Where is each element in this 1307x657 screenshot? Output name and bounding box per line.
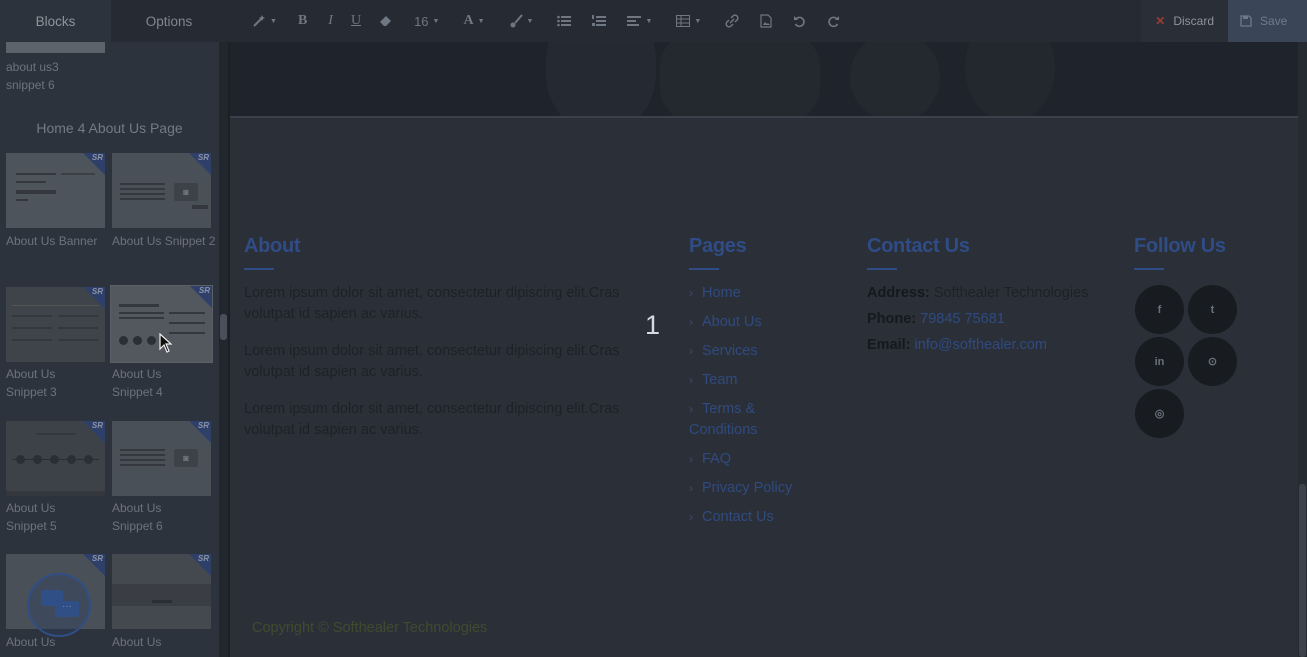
snippet-caption: about us3 snippet 6: [6, 60, 59, 92]
footer-link-faq[interactable]: › FAQ: [689, 449, 731, 470]
section-title: Home 4 About Us Page: [36, 120, 183, 136]
chevron-right-icon: ›: [689, 315, 693, 329]
redo-icon[interactable]: [818, 0, 849, 42]
copyright-text: Copyright © Softhealer Technologies: [252, 620, 488, 636]
camera-icon: ◙: [174, 183, 198, 201]
phone-link[interactable]: 79845 75681: [920, 311, 1005, 327]
section-divider: [230, 116, 1298, 118]
chevron-right-icon: ›: [689, 510, 693, 524]
about-paragraph: Lorem ipsum dolor sit amet, consectetur …: [244, 401, 620, 438]
paint-brush-icon[interactable]: ▼: [497, 0, 546, 42]
follow-heading: Follow Us: [1134, 235, 1226, 257]
about-paragraph: Lorem ipsum dolor sit amet, consectetur …: [244, 285, 620, 322]
sidebar-tabs: Blocks Options: [0, 0, 227, 42]
heading-underline: [867, 268, 897, 270]
save-actions: ✕ Discard Save: [1141, 0, 1307, 42]
about-paragraph: Lorem ipsum dolor sit amet, consectetur …: [244, 343, 620, 380]
footer-link-terms[interactable]: › Terms & Conditions: [689, 399, 809, 441]
font-size-select[interactable]: 16 ▼: [402, 0, 451, 42]
font-color-icon[interactable]: A ▼: [451, 0, 496, 42]
table-icon[interactable]: ▼: [664, 0, 713, 42]
chevron-right-icon: ›: [689, 481, 693, 495]
hero-image: [230, 42, 1298, 117]
facebook-icon[interactable]: f: [1135, 285, 1184, 334]
top-toolbar: Blocks Options ▼ B I U 16 ▼ A ▼ ▼ ▼ ▼ ✕ …: [0, 0, 1307, 42]
contact-email: Email: info@softhealer.com: [867, 337, 1047, 353]
discard-label: Discard: [1173, 14, 1214, 28]
snippet-caption: About Us Banner: [6, 234, 98, 248]
instagram-icon[interactable]: ◎: [1135, 389, 1184, 438]
chevron-right-icon: ›: [689, 452, 693, 466]
undo-icon[interactable]: [781, 0, 818, 42]
format-toolbar: ▼ B I U 16 ▼ A ▼ ▼ ▼ ▼: [227, 0, 1141, 42]
snippet-caption: About Us Snippet 3: [6, 367, 57, 399]
snippet-about-us-2[interactable]: ◙ SR: [112, 153, 211, 228]
snippet-caption: About Us Snippet 2: [112, 234, 216, 248]
chevron-right-icon: ›: [689, 402, 693, 416]
unordered-list-icon[interactable]: [545, 0, 583, 42]
mouse-cursor-icon: [159, 333, 173, 353]
snippet-thumbnail-partial[interactable]: [6, 42, 105, 53]
contact-phone: Phone: 79845 75681: [867, 311, 1005, 327]
snippet-caption: About Us Snippet 6: [112, 501, 163, 533]
footer-link-about-us[interactable]: › About Us: [689, 312, 762, 333]
underline-icon[interactable]: U: [342, 0, 370, 42]
floppy-disk-icon: [1240, 15, 1252, 27]
canvas-scrollbar[interactable]: [1298, 42, 1307, 657]
editor-canvas: About Lorem ipsum dolor sit amet, consec…: [230, 42, 1298, 657]
twitter-icon[interactable]: t: [1188, 285, 1237, 334]
link-icon[interactable]: [713, 0, 751, 42]
chevron-right-icon: ›: [689, 286, 693, 300]
heading-underline: [1134, 268, 1164, 270]
discard-button[interactable]: ✕ Discard: [1141, 0, 1228, 42]
footer-link-services[interactable]: › Services: [689, 341, 758, 362]
snippet-caption: About Us Snippet 5: [6, 501, 57, 533]
image-file-icon[interactable]: [751, 0, 781, 42]
snippet-about-us-3[interactable]: SR: [6, 287, 105, 362]
sidebar-scroll-thumb[interactable]: [220, 314, 227, 340]
snippet-about-us-5[interactable]: SR: [6, 421, 105, 496]
footer-link-team[interactable]: › Team: [689, 370, 737, 391]
ordered-list-icon[interactable]: [583, 0, 615, 42]
eraser-icon[interactable]: [370, 0, 402, 42]
contact-heading: Contact Us: [867, 235, 970, 257]
footer-link-home[interactable]: › Home: [689, 283, 741, 304]
sidebar-scrollbar[interactable]: [219, 42, 228, 657]
email-link[interactable]: info@softhealer.com: [915, 337, 1047, 353]
close-icon: ✕: [1155, 14, 1166, 28]
linkedin-icon[interactable]: in: [1135, 337, 1184, 386]
save-label: Save: [1260, 14, 1288, 28]
snippet-about-us-banner[interactable]: SR: [6, 153, 105, 228]
magic-wand-icon[interactable]: ▼: [243, 0, 286, 42]
chevron-right-icon: ›: [689, 373, 693, 387]
tab-blocks[interactable]: Blocks: [0, 0, 111, 42]
footer-link-privacy[interactable]: › Privacy Policy: [689, 478, 792, 499]
snippet-caption: About Us: [112, 635, 162, 649]
camera-icon: ◙: [174, 449, 198, 467]
chat-icon[interactable]: ···: [27, 573, 91, 637]
about-heading: About: [244, 235, 301, 257]
font-size-value: 16: [414, 13, 429, 29]
heading-underline: [244, 268, 274, 270]
canvas-scroll-thumb[interactable]: [1299, 484, 1306, 657]
snippet-about-us-6[interactable]: ◙ SR: [112, 421, 211, 496]
chevron-right-icon: ›: [689, 344, 693, 358]
snippet-about-us-8[interactable]: SR: [112, 554, 211, 629]
snippet-caption: About Us Snippet 4: [112, 367, 163, 399]
pages-heading: Pages: [689, 235, 747, 257]
save-button[interactable]: Save: [1228, 0, 1307, 42]
italic-icon[interactable]: I: [319, 0, 342, 42]
editor-window: Blocks Options ▼ B I U 16 ▼ A ▼ ▼ ▼ ▼ ✕ …: [0, 0, 1307, 657]
github-icon[interactable]: ⊙: [1188, 337, 1237, 386]
heading-underline: [689, 268, 719, 270]
overlay-number: 1: [645, 310, 661, 340]
bold-icon[interactable]: B: [286, 0, 319, 42]
align-icon[interactable]: ▼: [615, 0, 664, 42]
contact-address: Address: Softhealer Technologies: [867, 285, 1089, 301]
tab-options[interactable]: Options: [111, 0, 227, 42]
snippet-sidebar: about us3 snippet 6 Home 4 About Us Page…: [0, 42, 219, 657]
footer-link-contact[interactable]: › Contact Us: [689, 507, 774, 528]
